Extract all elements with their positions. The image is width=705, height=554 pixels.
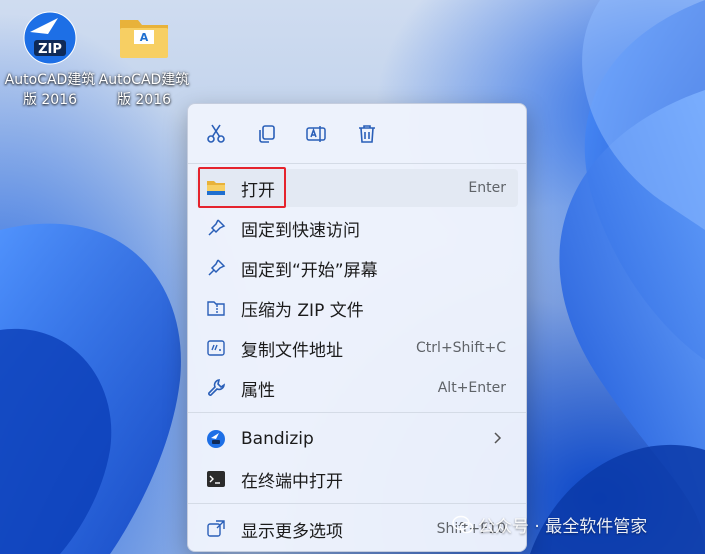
rename-icon [306,126,326,142]
menu-item-label: 压缩为 ZIP 文件 [241,300,364,321]
bandizip-icon [205,428,227,450]
watermark: 公众号 · 最全软件管家 [452,512,647,537]
path-icon [205,337,227,359]
more-options-icon [205,518,227,540]
menu-item-copy-path[interactable]: 复制文件地址 Ctrl+Shift+C [196,329,518,367]
desktop-icon-label: AutoCAD建筑版 2016 [4,72,96,108]
chevron-right-icon [492,430,502,449]
desktop-icon-zip[interactable]: ZIP AutoCAD建筑版 2016 [4,10,96,110]
highlight-box [198,167,286,208]
menu-item-pin-start[interactable]: 固定到“开始”屏幕 [196,249,518,287]
zip-badge-text: ZIP [38,42,62,57]
menu-item-label: Bandizip [241,429,314,449]
menu-item-compress-zip[interactable]: 压缩为 ZIP 文件 [196,289,518,327]
pin-icon [205,217,227,239]
shortcut-label: Enter [468,180,506,196]
menu-item-open-terminal[interactable]: 在终端中打开 [196,460,518,498]
zip-folder-icon [205,297,227,319]
menu-item-label: 显示更多选项 [241,521,343,542]
copy-icon [259,125,275,143]
pin-icon [205,257,227,279]
menu-item-label: 复制文件地址 [241,340,343,361]
menu-separator [188,163,526,164]
wechat-icon [452,515,474,533]
menu-item-label: 在终端中打开 [241,471,343,492]
menu-item-label: 属性 [241,380,275,401]
delete-button[interactable] [352,119,382,149]
terminal-icon [205,468,227,490]
desktop-icon-folder[interactable]: A AutoCAD建筑版 2016 [98,10,190,110]
folder-badge-text: A [140,31,149,44]
menu-separator [188,412,526,413]
rename-button[interactable] [301,119,331,149]
copy-button[interactable] [252,119,282,149]
watermark-text: 公众号 · 最全软件管家 [478,517,648,537]
shortcut-label: Ctrl+Shift+C [416,340,506,356]
bandizip-zip-icon: ZIP [22,10,78,66]
trash-icon [359,125,375,143]
desktop-icon-label: AutoCAD建筑版 2016 [98,72,190,108]
menu-item-pin-quick-access[interactable]: 固定到快速访问 [196,209,518,247]
folder-icon: A [116,10,172,66]
scissors-icon [207,124,225,143]
menu-separator [188,503,526,504]
cut-button[interactable] [201,119,231,149]
menu-item-label: 固定到快速访问 [241,220,360,241]
menu-item-properties[interactable]: 属性 Alt+Enter [196,369,518,407]
menu-toolbar [188,104,526,162]
menu-item-bandizip[interactable]: Bandizip [196,420,518,458]
wrench-icon [205,377,227,399]
shortcut-label: Alt+Enter [437,380,506,396]
menu-item-label: 固定到“开始”屏幕 [241,260,378,281]
